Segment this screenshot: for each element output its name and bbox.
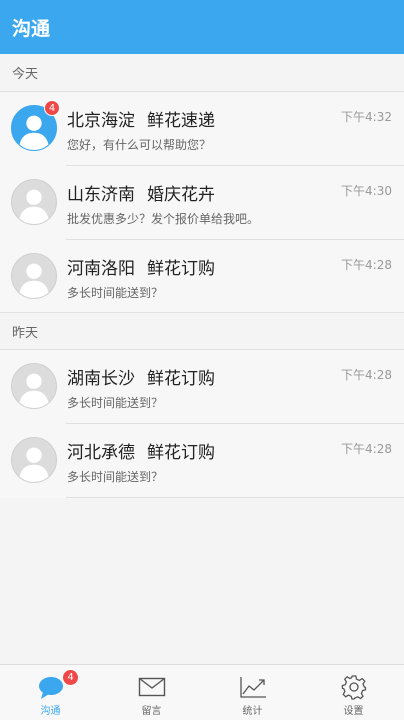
tab-label: 设置 — [343, 706, 364, 717]
last-message: 多长时间能送到？ — [67, 396, 164, 410]
avatar — [11, 253, 57, 299]
app-header: 沟通 — [0, 0, 404, 54]
gear-icon — [341, 675, 366, 700]
contact-name: 山东济南 婚庆花卉 — [67, 180, 215, 205]
avatar — [11, 179, 57, 225]
contact-location: 北京海淀 — [67, 111, 135, 131]
tab-label: 统计 — [242, 706, 263, 717]
contact-name: 湖南长沙 鲜花订购 — [67, 364, 215, 389]
bottom-tab-bar: 4 沟通 留言 统计 设置 — [0, 664, 404, 720]
last-message: 批发优惠多少？发个报价单给我吧。 — [67, 212, 260, 226]
section-yesterday-label: 昨天 — [0, 312, 404, 350]
contact-name: 北京海淀 鲜花速递 — [67, 106, 215, 131]
page-title: 沟通 — [12, 17, 51, 40]
contact-location: 河北承德 — [67, 443, 135, 463]
tab-label: 沟通 — [40, 706, 61, 717]
contact-name: 河南洛阳 鲜花订购 — [67, 254, 215, 279]
tab-chat[interactable]: 4 沟通 — [0, 665, 101, 720]
contact-company: 婚庆花卉 — [147, 185, 215, 205]
message-time: 下午4:30 — [341, 184, 392, 198]
person-icon — [18, 373, 50, 408]
chat-bubble-icon — [38, 677, 63, 699]
conversation-item[interactable]: 河南洛阳 鲜花订购 多长时间能送到？ 下午4:28 — [0, 240, 404, 314]
section-today-label: 今天 — [0, 54, 404, 92]
last-message: 您好，有什么可以帮助您？ — [67, 138, 212, 152]
last-message: 多长时间能送到？ — [67, 470, 164, 484]
tab-stats[interactable]: 统计 — [202, 665, 303, 720]
chart-line-icon — [239, 677, 266, 698]
contact-location: 湖南长沙 — [67, 369, 135, 389]
conversation-item[interactable]: 河北承德 鲜花订购 多长时间能送到？ 下午4:28 — [0, 424, 404, 498]
tab-messages[interactable]: 留言 — [101, 665, 202, 720]
unread-badge: 4 — [44, 100, 60, 116]
tab-unread-badge: 4 — [62, 669, 79, 686]
message-time: 下午4:32 — [341, 110, 392, 124]
envelope-icon — [138, 677, 165, 697]
contact-company: 鲜花订购 — [147, 443, 215, 463]
person-icon — [18, 263, 50, 298]
contact-company: 鲜花速递 — [147, 111, 215, 131]
last-message: 多长时间能送到？ — [67, 286, 164, 300]
contact-name: 河北承德 鲜花订购 — [67, 438, 215, 463]
person-icon — [18, 189, 50, 224]
contact-company: 鲜花订购 — [147, 369, 215, 389]
contact-company: 鲜花订购 — [147, 259, 215, 279]
tab-label: 留言 — [141, 706, 162, 717]
tab-settings[interactable]: 设置 — [303, 665, 404, 720]
avatar — [11, 437, 57, 483]
contact-location: 河南洛阳 — [67, 259, 135, 279]
avatar — [11, 363, 57, 409]
message-time: 下午4:28 — [341, 442, 392, 456]
message-time: 下午4:28 — [341, 258, 392, 272]
contact-location: 山东济南 — [67, 185, 135, 205]
conversation-item[interactable]: 山东济南 婚庆花卉 批发优惠多少？发个报价单给我吧。 下午4:30 — [0, 166, 404, 240]
person-icon — [18, 447, 50, 482]
conversation-item[interactable]: 4 北京海淀 鲜花速递 您好，有什么可以帮助您？ 下午4:32 — [0, 92, 404, 166]
message-time: 下午4:28 — [341, 368, 392, 382]
conversation-item[interactable]: 湖南长沙 鲜花订购 多长时间能送到？ 下午4:28 — [0, 350, 404, 424]
